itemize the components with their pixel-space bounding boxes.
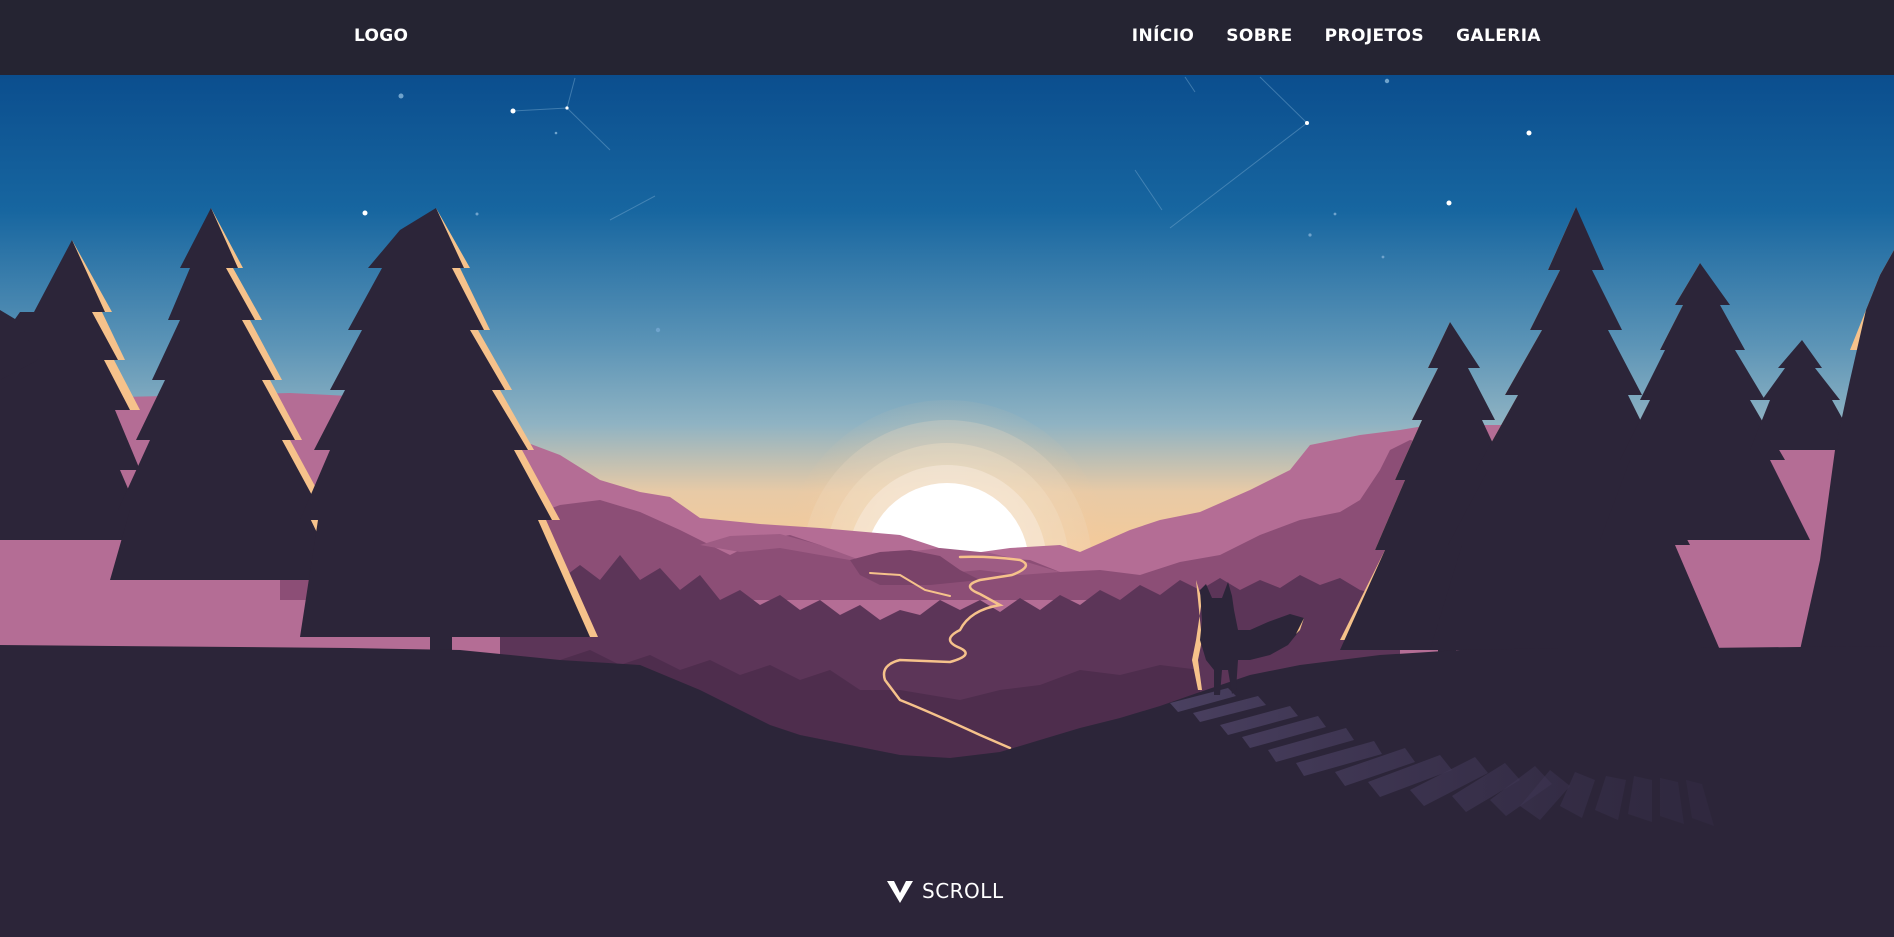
page: LOGO INÍCIO SOBRE PROJETOS GALERIA SCROL… [0, 0, 1894, 937]
nav-link-inicio[interactable]: INÍCIO [1132, 26, 1195, 46]
logo-link[interactable]: LOGO [354, 26, 408, 46]
hero-landscape-illustration [0, 75, 1894, 937]
navbar: LOGO INÍCIO SOBRE PROJETOS GALERIA [0, 0, 1894, 75]
chevron-down-icon [887, 881, 913, 903]
nav-link-projetos[interactable]: PROJETOS [1325, 26, 1424, 46]
scroll-indicator[interactable]: SCROLL [886, 878, 1004, 904]
nav-link-sobre[interactable]: SOBRE [1226, 26, 1292, 46]
scroll-label: SCROLL [922, 879, 1004, 903]
main-nav: INÍCIO SOBRE PROJETOS GALERIA [1132, 26, 1541, 46]
nav-link-galeria[interactable]: GALERIA [1456, 26, 1541, 46]
